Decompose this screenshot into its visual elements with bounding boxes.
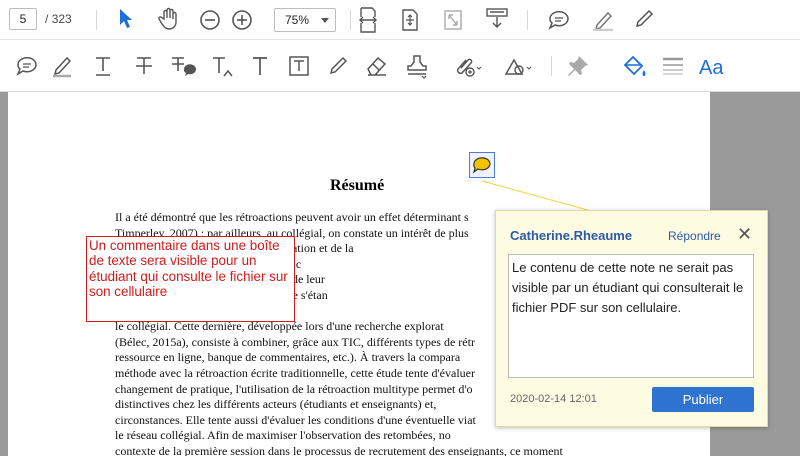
publish-button[interactable]: Publier — [652, 387, 754, 412]
sticky-note-marker-icon[interactable] — [469, 152, 495, 178]
comment-popup: Catherine.Rheaume Répondre ✕ Le contenu … — [495, 210, 768, 427]
comment-text-field[interactable]: Le contenu de cette note ne serait pas v… — [508, 254, 754, 378]
close-icon[interactable]: ✕ — [737, 225, 752, 243]
textbox-annotation[interactable]: Un commentaire dans une boîte de texte s… — [86, 236, 295, 322]
comment-timestamp: 2020-02-14 12:01 — [510, 393, 597, 405]
comment-author: Catherine.Rheaume — [510, 228, 633, 243]
reply-button[interactable]: Répondre — [668, 229, 721, 243]
